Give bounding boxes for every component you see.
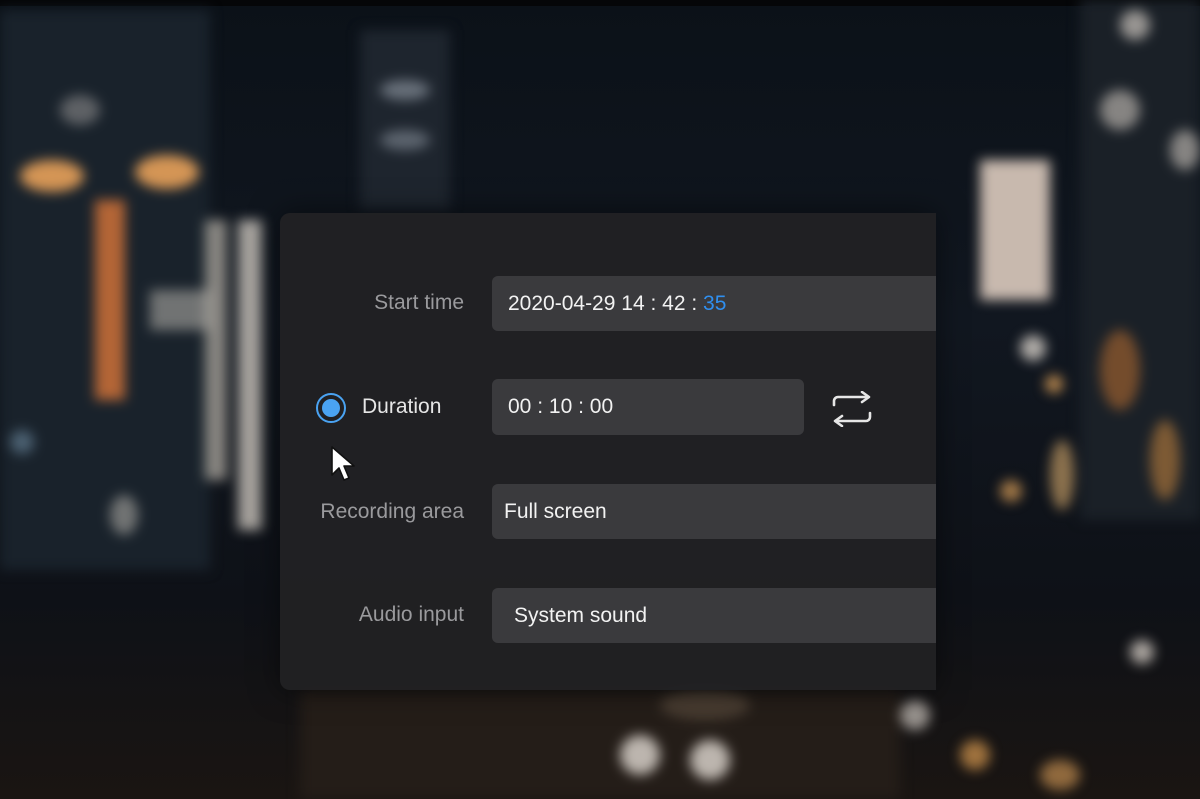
start-date[interactable]: 2020-04-29 — [508, 292, 615, 316]
recording-area-value: Full screen — [504, 499, 607, 523]
audio-input-select[interactable]: System sound — [492, 588, 936, 643]
audio-input-value: System sound — [514, 603, 648, 627]
start-second-selected[interactable]: 35 — [703, 292, 726, 316]
duration-radio[interactable] — [316, 393, 346, 423]
start-time-field[interactable]: 2020-04-29 14 : 42 : 35 — [492, 276, 936, 331]
duration-seconds[interactable]: 00 — [590, 395, 613, 419]
desktop-background: Start time 2020-04-29 14 : 42 : 35 Durat… — [0, 0, 1200, 799]
duration-label[interactable]: Duration — [362, 395, 441, 419]
duration-field[interactable]: 00 : 10 : 00 — [492, 379, 804, 435]
scheduled-recording-panel: Start time 2020-04-29 14 : 42 : 35 Durat… — [280, 213, 936, 690]
radio-selected-dot — [322, 399, 340, 417]
duration-minutes[interactable]: 10 — [549, 395, 572, 419]
duration-hours[interactable]: 00 — [508, 395, 531, 419]
start-time-label: Start time — [374, 291, 464, 314]
mouse-cursor-icon — [331, 446, 355, 481]
recording-area-select[interactable]: Full screen — [492, 484, 936, 539]
recording-area-label: Recording area — [320, 500, 464, 523]
start-minute[interactable]: 42 — [662, 292, 685, 316]
swap-arrows-icon[interactable] — [828, 391, 876, 427]
audio-input-label: Audio input — [358, 603, 464, 626]
start-hour[interactable]: 14 — [621, 292, 644, 316]
